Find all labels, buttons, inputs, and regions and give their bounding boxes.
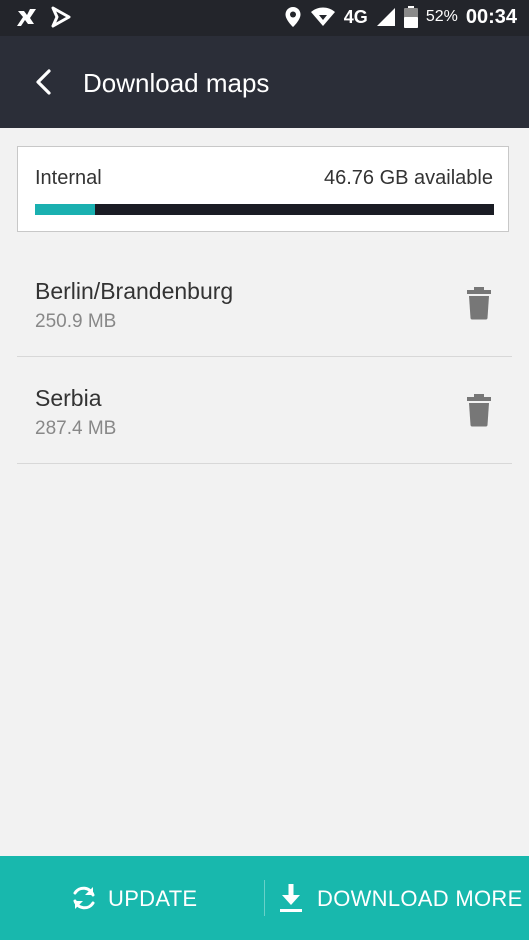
refresh-icon: [70, 884, 98, 912]
update-label: UPDATE: [108, 886, 198, 911]
map-name: Berlin/Brandenburg: [35, 278, 234, 304]
trash-icon: [464, 287, 494, 324]
delete-button[interactable]: [464, 286, 494, 320]
bottom-action-bar: UPDATE DOWNLOAD MORE: [0, 856, 529, 940]
update-button[interactable]: UPDATE: [0, 856, 264, 940]
list-item[interactable]: Serbia 287.4 MB: [17, 357, 512, 464]
back-button[interactable]: [24, 62, 64, 102]
status-bar: 4G 52% 00:34: [0, 0, 529, 36]
download-more-label: DOWNLOAD MORE: [317, 886, 523, 911]
delete-button[interactable]: [464, 393, 494, 427]
trash-icon: [464, 394, 494, 431]
map-size: 250.9 MB: [35, 311, 117, 332]
wifi-icon: [310, 6, 336, 28]
signal-icon: [376, 7, 396, 27]
status-right-icons: 4G 52% 00:34: [284, 6, 517, 28]
battery-percent: 52%: [425, 8, 458, 25]
navigation-icon: [50, 6, 72, 28]
status-left-icons: [16, 6, 72, 28]
storage-name: Internal: [35, 167, 102, 189]
clock: 00:34: [465, 6, 517, 28]
chevron-left-icon: [24, 69, 64, 106]
storage-usage-fill: [35, 204, 95, 215]
downloaded-maps-list: Berlin/Brandenburg 250.9 MB Serbia 287.4…: [17, 250, 512, 464]
map-size: 287.4 MB: [35, 418, 117, 439]
page-title: Download maps: [83, 68, 270, 98]
location-icon: [284, 6, 302, 28]
list-item[interactable]: Berlin/Brandenburg 250.9 MB: [17, 250, 512, 357]
network-type: 4G: [343, 7, 368, 27]
download-icon: [279, 883, 303, 913]
tool-icon: [16, 6, 38, 28]
storage-available: 46.76 GB available: [323, 167, 493, 189]
toolbar: Download maps: [0, 36, 529, 128]
storage-card: Internal 46.76 GB available: [17, 146, 509, 232]
battery-icon: [403, 6, 418, 28]
storage-usage-bar: [35, 204, 494, 215]
download-more-button[interactable]: DOWNLOAD MORE: [265, 856, 529, 940]
map-name: Serbia: [35, 385, 102, 411]
